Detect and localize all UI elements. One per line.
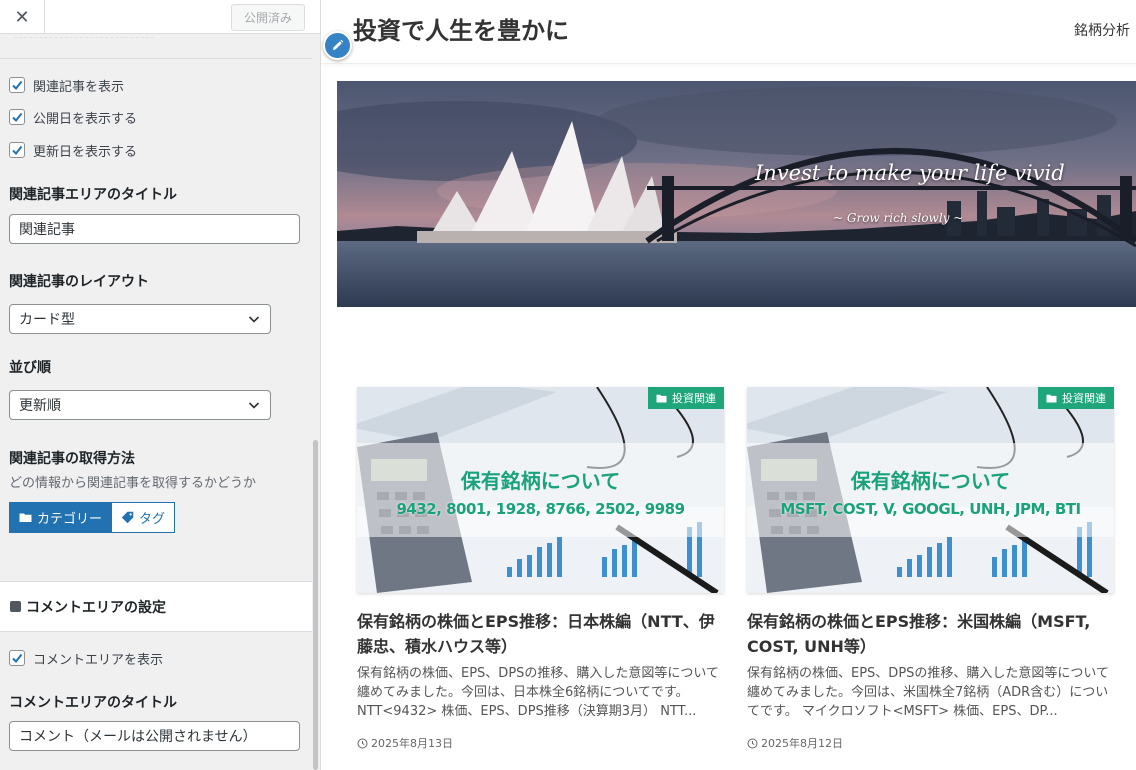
- folder-icon: [19, 513, 32, 522]
- show-related-checkbox[interactable]: [9, 77, 25, 93]
- sort-order-value: 更新順: [19, 398, 61, 414]
- checkmark-icon: [12, 653, 23, 664]
- site-title[interactable]: 投資で人生を豊かに: [353, 11, 569, 46]
- category-badge[interactable]: 投資関連: [648, 387, 724, 409]
- thumbnail-title: 保有銘柄について: [460, 469, 621, 493]
- customizer-header: ✕ 公開済み: [0, 0, 320, 34]
- category-label: 投資関連: [1062, 392, 1106, 405]
- related-title-input[interactable]: 関連記事: [9, 214, 300, 244]
- post-title[interactable]: 保有銘柄の株価とEPS推移：日本株編（NTT、伊藤忠、積水ハウス等）: [357, 609, 724, 659]
- site-header: 投資で人生を豊かに 銘柄分析: [321, 0, 1136, 64]
- sydney-harbour-image: [337, 81, 1136, 307]
- edit-shortcut-button[interactable]: [323, 31, 352, 60]
- show-related-checkbox-row[interactable]: 関連記事を表示: [9, 76, 125, 95]
- chevron-down-icon: [248, 402, 260, 409]
- fetch-by-tag-button[interactable]: タグ: [112, 502, 176, 533]
- category-label: 投資関連: [672, 392, 716, 405]
- related-layout-select[interactable]: カード型: [9, 304, 271, 334]
- post-card[interactable]: 保有銘柄について 9432, 8001, 1928, 8766, 2502, 9…: [357, 387, 724, 750]
- close-customizer-button[interactable]: ✕: [0, 0, 45, 34]
- tag-icon: [121, 511, 134, 524]
- site-preview: 投資で人生を豊かに 銘柄分析 Invest to make your life …: [321, 0, 1136, 770]
- post-thumbnail[interactable]: 保有銘柄について 9432, 8001, 1928, 8766, 2502, 9…: [357, 387, 724, 593]
- post-thumbnail[interactable]: 保有銘柄について MSFT, COST, V, GOOGL, UNH, JPM,…: [747, 387, 1114, 593]
- show-published-date-checkbox[interactable]: [9, 109, 25, 125]
- related-layout-heading: 関連記事のレイアウト: [9, 274, 149, 290]
- customizer-controls: 関連記事を表示 公開日を表示する 更新日を表示する 関連記事エリアのタイトル 関…: [0, 34, 312, 770]
- clock-icon: [357, 738, 368, 748]
- comment-section-header[interactable]: コメントエリアの設定: [0, 581, 312, 632]
- post-excerpt: 保有銘柄の株価、EPS、DPSの推移、購入した意図等について纏めてみました。今回…: [747, 666, 1110, 719]
- post-date: 2025年8月12日: [747, 735, 843, 751]
- chevron-down-icon: [248, 316, 260, 323]
- show-updated-date-checkbox-row[interactable]: 更新日を表示する: [9, 141, 138, 160]
- customizer-sidebar: ✕ 公開済み 関連記事を表示 公開日を表示する 更新日を表示する 関連記事エリア…: [0, 0, 321, 770]
- show-updated-date-label: 更新日を表示する: [33, 144, 138, 160]
- hero-subtitle: ~ Grow rich slowly ~: [833, 211, 964, 225]
- comment-title-input[interactable]: コメント（メールは公開されません）: [9, 721, 300, 751]
- scrolled-content-edge: [14, 34, 154, 38]
- publish-button[interactable]: 公開済み: [231, 4, 305, 31]
- fetch-by-category-button[interactable]: カテゴリー: [9, 502, 113, 533]
- fetch-method-toggle: カテゴリー タグ: [9, 502, 176, 533]
- post-title[interactable]: 保有銘柄の株価とEPS推移：米国株編（MSFT, COST, UNH等）: [747, 609, 1114, 659]
- divider: [0, 58, 312, 59]
- comment-section-title: コメントエリアの設定: [26, 599, 166, 616]
- checkmark-icon: [12, 112, 23, 123]
- folder-icon: [656, 394, 667, 402]
- hero-image: Invest to make your life vivid ~ Grow ri…: [337, 81, 1136, 307]
- category-badge[interactable]: 投資関連: [1038, 387, 1114, 409]
- close-icon: ✕: [14, 6, 30, 28]
- fetch-method-heading: 関連記事の取得方法: [9, 451, 135, 467]
- hero-title: Invest to make your life vivid: [755, 161, 1065, 185]
- sort-order-heading: 並び順: [9, 360, 51, 376]
- thumbnail-codes: MSFT, COST, V, GOOGL, UNH, JPM, BTI: [780, 500, 1081, 518]
- show-published-date-checkbox-row[interactable]: 公開日を表示する: [9, 108, 138, 127]
- show-published-date-label: 公開日を表示する: [33, 111, 138, 127]
- show-comment-label: コメントエリアを表示: [33, 652, 164, 668]
- show-updated-date-checkbox[interactable]: [9, 142, 25, 158]
- checkmark-icon: [12, 80, 23, 91]
- post-date: 2025年8月13日: [357, 735, 453, 751]
- folder-icon: [1046, 394, 1057, 402]
- section-square-icon: [10, 601, 21, 612]
- sidebar-scrollbar[interactable]: [313, 440, 318, 770]
- sort-order-select[interactable]: 更新順: [9, 390, 271, 420]
- checkmark-icon: [12, 145, 23, 156]
- clock-icon: [747, 738, 758, 748]
- pencil-icon: [333, 39, 344, 50]
- post-date-text: 2025年8月13日: [371, 737, 453, 750]
- comment-title-heading: コメントエリアのタイトル: [9, 695, 177, 711]
- show-related-label: 関連記事を表示: [33, 79, 125, 95]
- fetch-method-description: どの情報から関連記事を取得するかどうか: [9, 476, 257, 491]
- post-date-text: 2025年8月12日: [761, 737, 843, 750]
- show-comment-checkbox-row[interactable]: コメントエリアを表示: [9, 649, 164, 668]
- fetch-by-tag-label: タグ: [139, 512, 166, 527]
- post-card[interactable]: 保有銘柄について MSFT, COST, V, GOOGL, UNH, JPM,…: [747, 387, 1114, 750]
- related-title-heading: 関連記事エリアのタイトル: [9, 187, 177, 203]
- thumbnail-codes: 9432, 8001, 1928, 8766, 2502, 9989: [396, 500, 685, 518]
- nav-item-stock-analysis[interactable]: 銘柄分析: [1074, 20, 1130, 40]
- show-comment-checkbox[interactable]: [9, 650, 25, 666]
- post-excerpt: 保有銘柄の株価、EPS、DPSの推移、購入した意図等について纏めてみました。今回…: [357, 666, 720, 719]
- thumbnail-title: 保有銘柄について: [850, 469, 1011, 493]
- related-layout-value: カード型: [19, 312, 75, 328]
- fetch-by-category-label: カテゴリー: [37, 512, 103, 527]
